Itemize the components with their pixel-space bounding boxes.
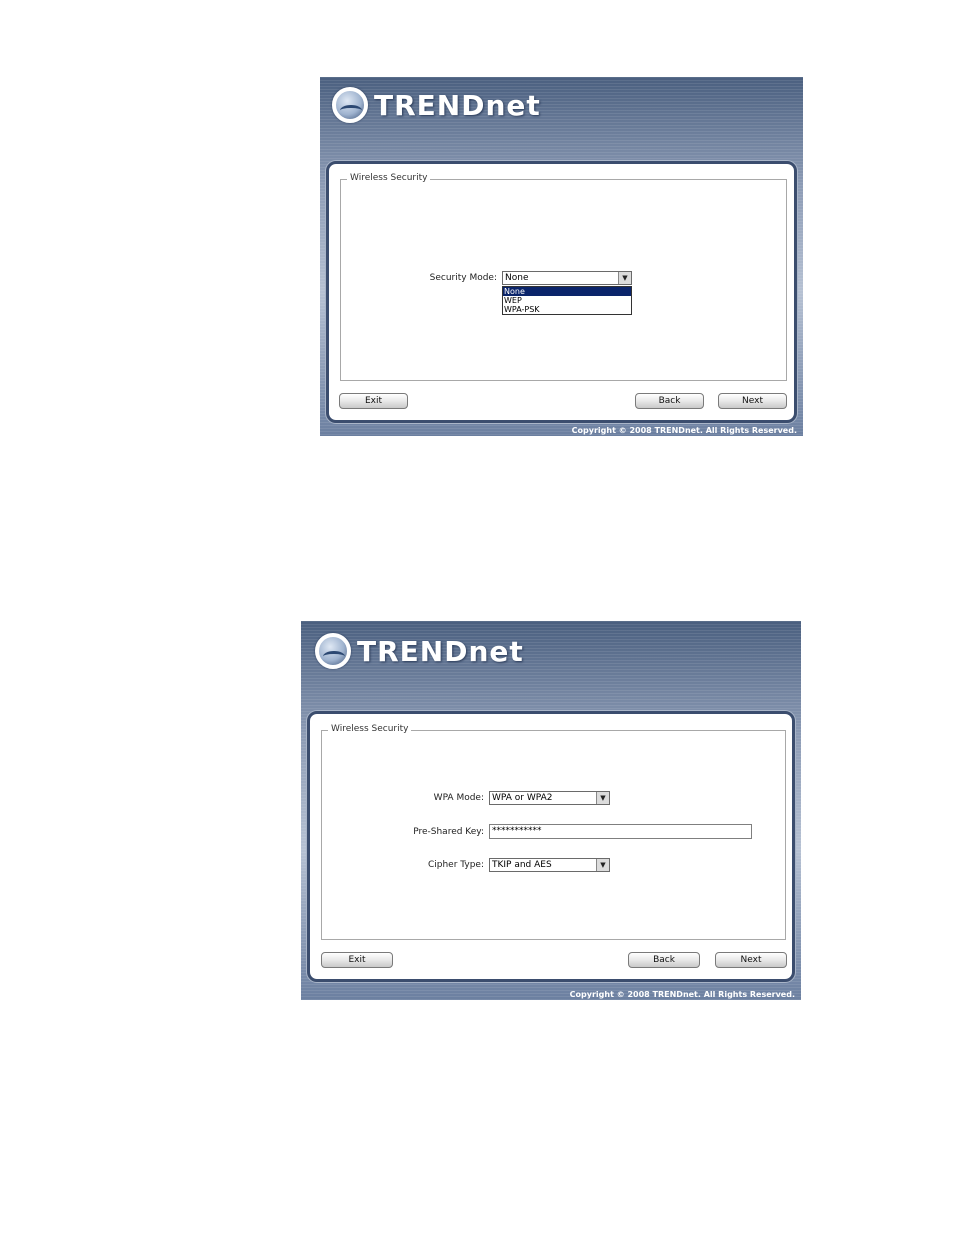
- group-title: Wireless Security: [347, 173, 431, 183]
- pre-shared-key-value: ***********: [492, 826, 542, 836]
- trendnet-logo-icon: [315, 633, 351, 669]
- next-button[interactable]: Next: [715, 952, 787, 968]
- exit-button[interactable]: Exit: [321, 952, 393, 968]
- security-mode-label: Security Mode:: [429, 273, 497, 283]
- cipher-type-value: TKIP and AES: [492, 860, 552, 870]
- security-mode-dropdown-list: None WEP WPA-PSK: [502, 286, 632, 315]
- wpa-mode-value: WPA or WPA2: [492, 793, 553, 803]
- pre-shared-key-label: Pre-Shared Key:: [413, 827, 484, 837]
- back-button[interactable]: Back: [628, 952, 700, 968]
- trendnet-logo: TRENDnet: [332, 87, 541, 123]
- copyright-text: Copyright © 2008 TRENDnet. All Rights Re…: [571, 426, 797, 435]
- wireless-security-window-1: TRENDnet Wireless Security Security Mode…: [320, 77, 803, 436]
- wireless-security-window-2: TRENDnet Wireless Security WPA Mode: WPA…: [301, 621, 801, 1000]
- wpa-mode-label: WPA Mode:: [433, 793, 484, 803]
- option-wpa-psk[interactable]: WPA-PSK: [503, 305, 631, 314]
- option-none[interactable]: None: [503, 287, 631, 296]
- trendnet-logo-text: TRENDnet: [357, 634, 524, 668]
- copyright-text: Copyright © 2008 TRENDnet. All Rights Re…: [569, 990, 795, 999]
- chevron-down-icon[interactable]: ▼: [596, 859, 609, 871]
- group-title: Wireless Security: [328, 724, 412, 734]
- option-wep[interactable]: WEP: [503, 296, 631, 305]
- dialog-panel: Wireless Security WPA Mode: WPA or WPA2 …: [307, 711, 795, 982]
- back-button[interactable]: Back: [635, 393, 704, 409]
- exit-button[interactable]: Exit: [339, 393, 408, 409]
- wireless-security-group: Wireless Security WPA Mode: WPA or WPA2 …: [321, 724, 786, 940]
- trendnet-logo-icon: [332, 87, 368, 123]
- cipher-type-select[interactable]: TKIP and AES ▼: [489, 858, 610, 872]
- cipher-type-label: Cipher Type:: [427, 860, 484, 870]
- next-button[interactable]: Next: [718, 393, 787, 409]
- chevron-down-icon[interactable]: ▼: [618, 272, 631, 284]
- chevron-down-icon[interactable]: ▼: [596, 792, 609, 804]
- dialog-panel: Wireless Security Security Mode: None ▼ …: [326, 161, 797, 423]
- wireless-security-group: Wireless Security Security Mode: None ▼ …: [340, 173, 787, 381]
- security-mode-select[interactable]: None ▼: [502, 271, 632, 285]
- trendnet-logo: TRENDnet: [315, 633, 524, 669]
- pre-shared-key-input[interactable]: ***********: [489, 824, 752, 839]
- wpa-mode-select[interactable]: WPA or WPA2 ▼: [489, 791, 610, 805]
- security-mode-value: None: [505, 273, 529, 283]
- trendnet-logo-text: TRENDnet: [374, 88, 541, 122]
